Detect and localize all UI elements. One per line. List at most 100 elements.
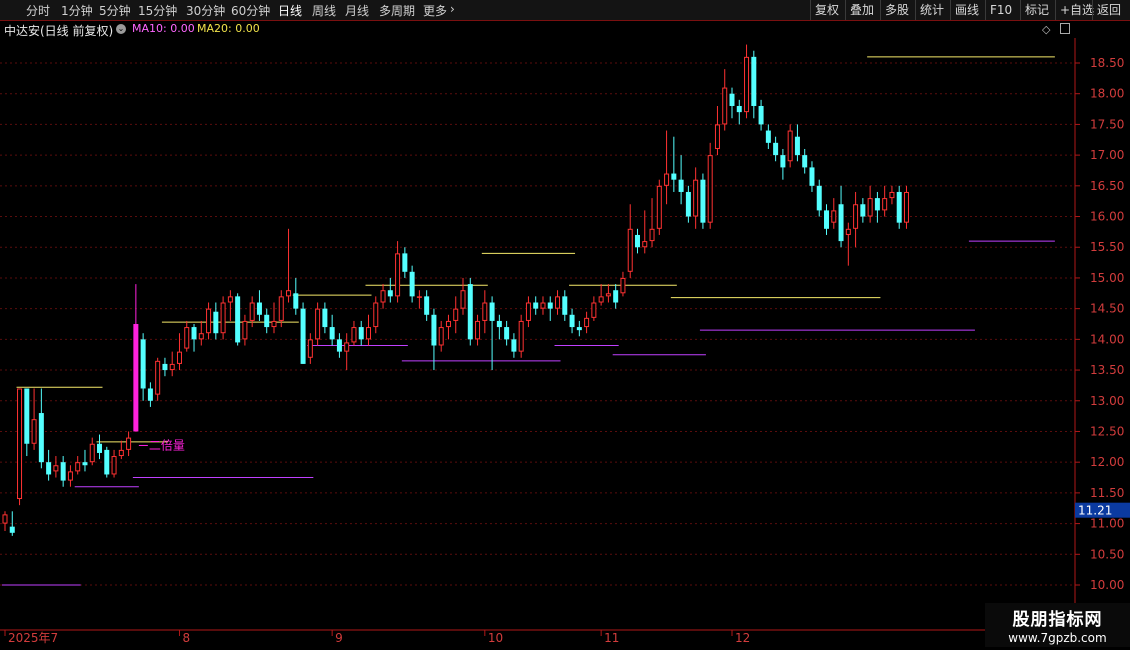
candle-body-down xyxy=(9,526,15,533)
candle-body-up xyxy=(693,179,699,217)
candle-body-down xyxy=(533,302,539,309)
candle-body-up xyxy=(2,514,8,524)
candle-body-up xyxy=(445,320,451,328)
candle-body-down xyxy=(300,308,306,364)
x-tick-label: 12 xyxy=(735,631,750,645)
candle-body-up xyxy=(53,465,59,472)
candle-body-down xyxy=(678,179,684,192)
candle-body-up xyxy=(31,419,37,444)
candle-body-up xyxy=(664,173,670,186)
candle-body-up xyxy=(315,308,321,340)
candle-body-down xyxy=(213,311,219,334)
candle-body-down xyxy=(264,314,270,328)
candle-body-up xyxy=(242,320,248,340)
candle-body-down xyxy=(736,105,742,113)
candle-body-up xyxy=(75,462,81,472)
y-tick-label: 14.50 xyxy=(1090,302,1124,316)
candle-body-down xyxy=(336,339,342,352)
candle-body-down xyxy=(60,462,66,481)
candle-body-down xyxy=(191,327,197,340)
candle-body-up xyxy=(438,327,444,346)
candle-body-up xyxy=(416,296,422,298)
candle-body-down xyxy=(496,320,502,328)
date-axis: 2025年7 8 9 10 11 12 xyxy=(0,629,1130,645)
candle-body-up xyxy=(395,253,401,297)
candle-body-down xyxy=(235,296,241,343)
candle-body-down xyxy=(700,179,706,223)
candle-body-down xyxy=(140,339,146,389)
candle-body-up xyxy=(184,327,190,349)
candle-body-up xyxy=(380,290,386,303)
candle-body-down xyxy=(504,327,510,340)
candle-body-down xyxy=(424,296,430,315)
candle-body-up xyxy=(656,185,662,229)
candle-body-up xyxy=(882,198,888,211)
x-tick-label: 9 xyxy=(335,631,343,645)
y-tick-label: 10.00 xyxy=(1090,578,1124,592)
y-tick-label: 13.00 xyxy=(1090,394,1124,408)
candle-body-down xyxy=(147,388,153,401)
candle-body-up xyxy=(17,388,23,500)
candle-body-down xyxy=(293,293,299,309)
watermark-url: www.7gpzb.com xyxy=(1008,631,1107,645)
candle-body-up xyxy=(714,124,720,149)
candle-body-up xyxy=(591,302,597,318)
x-tick-label: 2025年7 xyxy=(8,631,58,645)
candle-body-up xyxy=(889,191,895,199)
candle-body-down xyxy=(104,449,110,475)
candle-body-up xyxy=(176,351,182,364)
candle-body-down xyxy=(773,142,779,156)
candle-body-down xyxy=(82,462,88,466)
candle-body-up xyxy=(111,456,117,475)
candle-body-down xyxy=(765,130,771,143)
candle-body-up xyxy=(249,302,255,321)
candle-body-down xyxy=(634,234,640,248)
candle-body-down xyxy=(896,191,902,223)
candle-body-up xyxy=(540,302,546,309)
candle-body-down xyxy=(685,191,691,217)
candle-body-down xyxy=(162,363,168,371)
candle-body-up xyxy=(126,437,132,450)
candle-body-down xyxy=(576,327,582,331)
candle-body-down xyxy=(794,136,800,156)
x-tick-label: 8 xyxy=(182,631,190,645)
candle-body-down xyxy=(816,185,822,211)
y-tick-label: 13.50 xyxy=(1090,363,1124,377)
candle-body-up xyxy=(89,443,95,463)
candle-body-up xyxy=(460,290,466,309)
candle-body-up xyxy=(787,130,793,162)
current-price-label: 11.21 xyxy=(1078,504,1112,518)
y-tick-label: 14.00 xyxy=(1090,332,1124,346)
y-tick-label: 12.00 xyxy=(1090,455,1124,469)
candle-body-down xyxy=(758,105,764,125)
candle-body-down xyxy=(46,462,52,475)
grid-lines xyxy=(0,62,1075,586)
candle-body-up xyxy=(584,317,590,328)
candle-body-down xyxy=(329,327,335,340)
candle-body-up xyxy=(605,293,611,297)
candle-body-down xyxy=(409,271,415,297)
candle-body-down xyxy=(562,296,568,315)
candle-body-up xyxy=(853,204,859,229)
candle-body-down xyxy=(387,290,393,297)
candle-body-down xyxy=(824,210,830,229)
candle-body-down xyxy=(38,413,44,463)
candle-body-up xyxy=(286,290,292,297)
candle-body-down xyxy=(322,308,328,328)
candle-body-down xyxy=(838,204,844,242)
kline-chart[interactable]: 18.50 18.00 17.50 17.00 16.50 16.00 15.50 15.00… xyxy=(0,0,1130,650)
candle-body-down xyxy=(97,443,103,453)
candle-body-up xyxy=(525,302,531,321)
candle-body-up xyxy=(649,228,655,242)
candle-body-highlight xyxy=(133,324,139,432)
candle-body-up xyxy=(344,342,350,352)
candle-body-up xyxy=(373,302,379,328)
candle-body-up xyxy=(744,56,750,113)
candle-body-up xyxy=(67,471,73,481)
candle-body-up xyxy=(642,241,648,248)
candle-body-down xyxy=(256,302,262,315)
y-tick-label: 15.00 xyxy=(1090,271,1124,285)
watermark-title: 股朋指标网 xyxy=(1012,610,1103,630)
y-tick-label: 18.50 xyxy=(1090,56,1124,70)
candle-body-down xyxy=(671,173,677,180)
